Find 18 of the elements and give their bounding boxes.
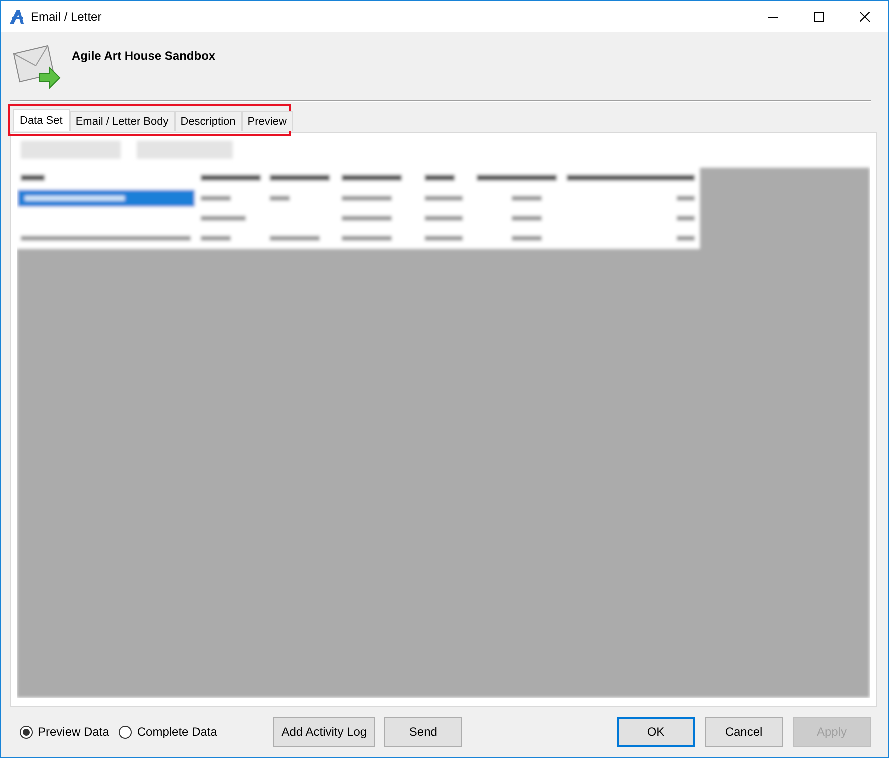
header-title: Agile Art House Sandbox [72,48,216,65]
radio-label[interactable]: Preview Data [38,723,110,741]
app-logo-icon [9,10,25,24]
maximize-icon[interactable] [814,12,824,22]
radio-button[interactable] [20,726,33,738]
tab[interactable]: Data Set [13,109,70,131]
tab[interactable]: Email / Letter Body [70,111,175,131]
radio-button[interactable] [119,726,132,738]
action-button[interactable]: Add Activity Log [273,717,376,747]
action-button[interactable]: Send [384,717,462,747]
envelope-arrow-icon [12,44,62,90]
radio-label[interactable]: Complete Data [137,723,218,741]
dialog-button[interactable]: Cancel [705,717,783,747]
close-icon[interactable] [860,12,870,22]
dialog-button[interactable]: OK [617,717,695,747]
tab[interactable]: Preview [242,111,293,131]
tab[interactable]: Description [174,111,242,131]
window-title: Email / Letter [31,8,102,26]
